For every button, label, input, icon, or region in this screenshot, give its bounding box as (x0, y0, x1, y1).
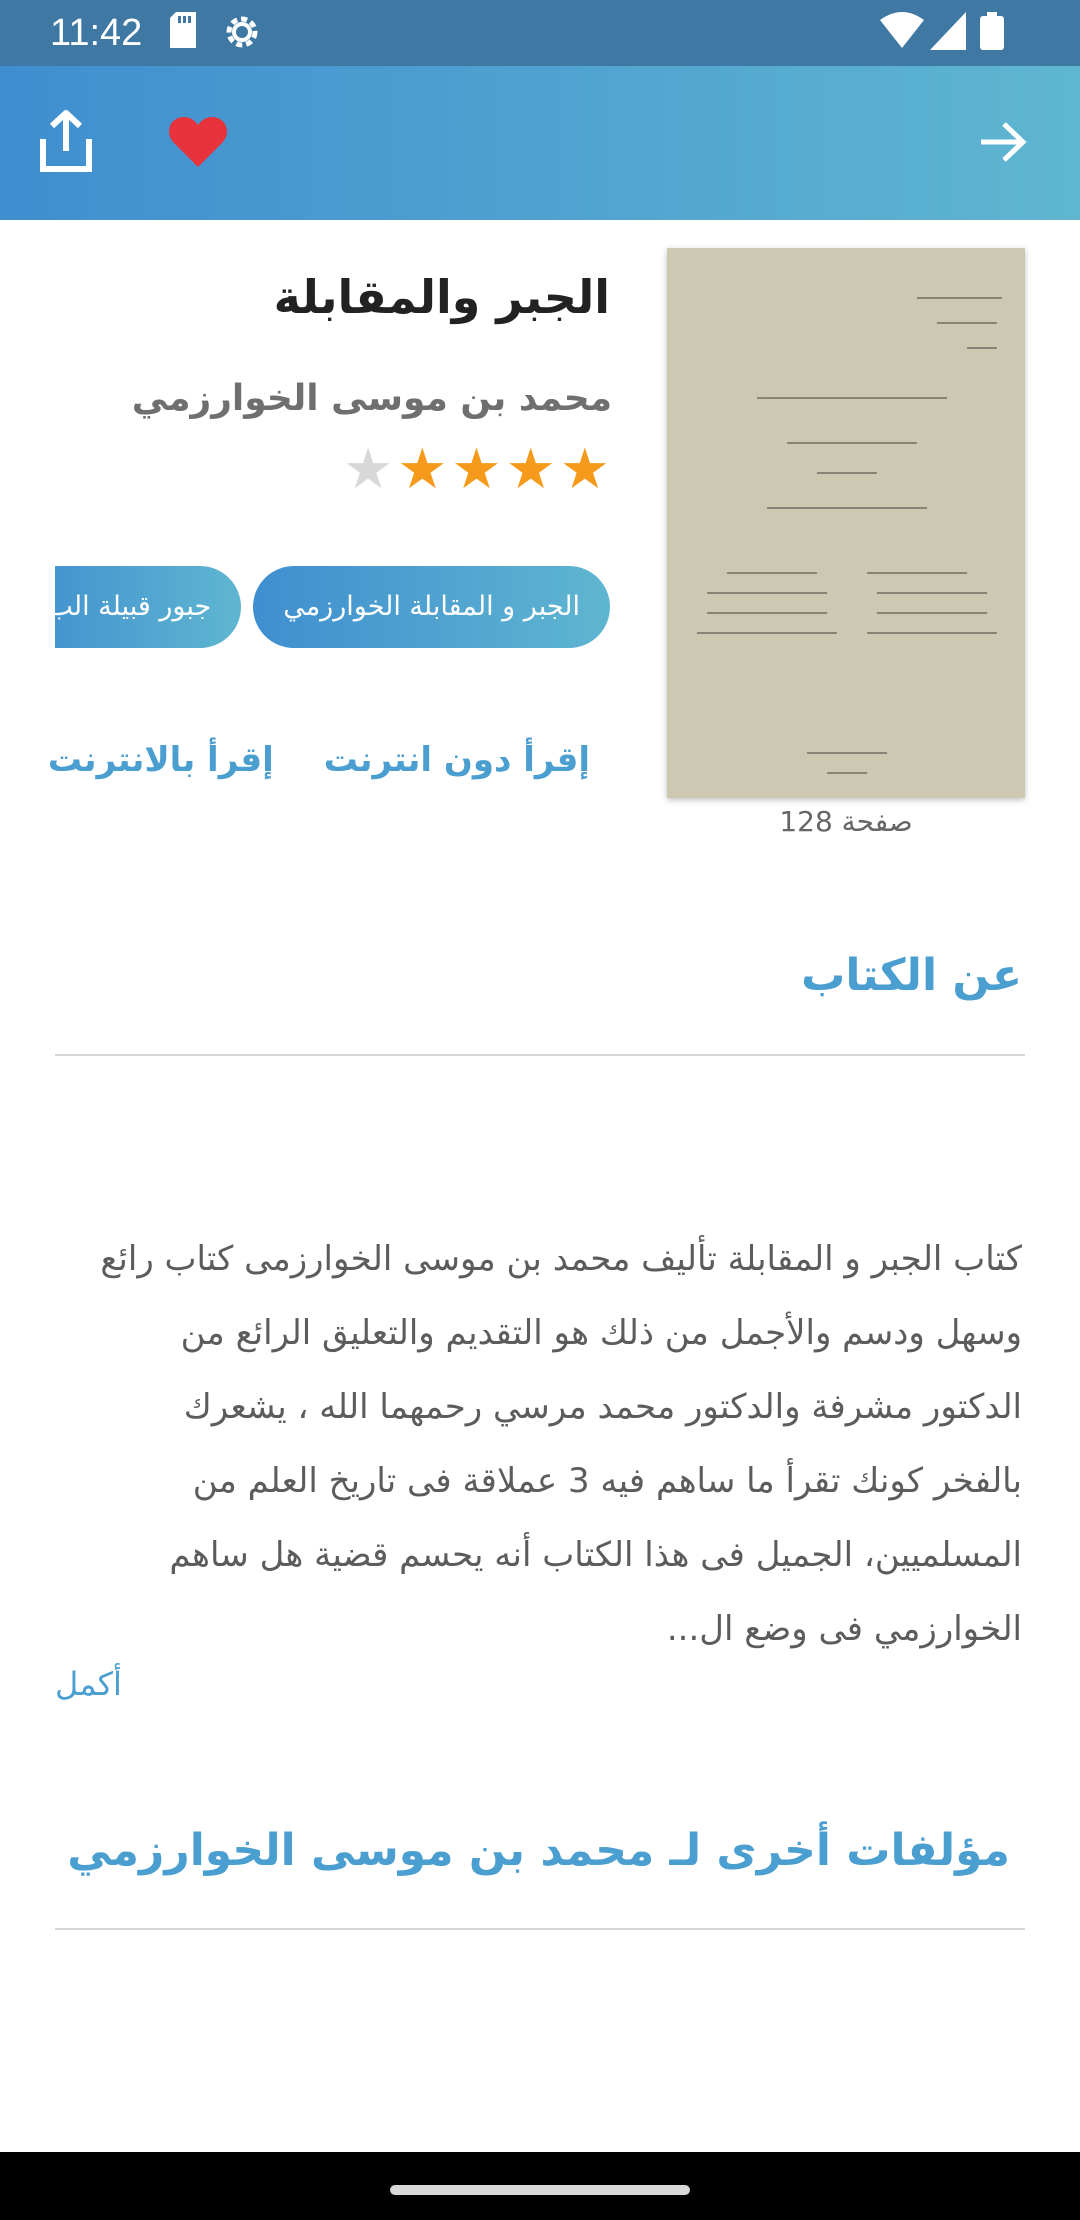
book-cover-image[interactable] (667, 248, 1025, 798)
read-actions: إقرأ دون انترنت إقرأ بالانترنت (48, 740, 590, 780)
tag-chip[interactable]: جبور قبيلة الب (55, 566, 242, 648)
about-divider (55, 1054, 1025, 1056)
other-works-heading: مؤلفات أخرى لـ محمد بن موسى الخوارزمي (67, 1825, 1010, 1876)
tag-scroller[interactable]: الجبر و المقابلة الخوارزمي جبور قبيلة ال… (55, 566, 610, 650)
page-count: 128 صفحة (779, 805, 913, 838)
star-icon: ★ (451, 437, 502, 502)
read-online-button[interactable]: إقرأ بالانترنت (48, 740, 274, 780)
settings-gear-icon (222, 12, 262, 56)
read-more-link[interactable]: أكمل (55, 1665, 122, 1703)
star-icon: ★ (342, 437, 394, 502)
status-time: 11:42 (50, 12, 143, 54)
rating-stars: ★ ★ ★ ★ ★ (343, 440, 610, 500)
app-bar (0, 66, 1080, 220)
sd-card-icon (170, 12, 196, 52)
status-bar: 11:42 (0, 0, 1080, 66)
book-description: كتاب الجبر و المقابلة تأليف محمد بن موسى… (100, 1239, 1022, 1649)
star-icon: ★ (397, 437, 448, 502)
cell-signal-icon (930, 12, 966, 54)
favorite-button[interactable] (160, 106, 236, 182)
book-title: الجبر والمقابلة (273, 270, 610, 324)
wifi-icon (880, 12, 924, 54)
read-offline-button[interactable]: إقرأ دون انترنت (324, 740, 590, 780)
share-button[interactable] (28, 106, 104, 182)
star-icon: ★ (505, 437, 556, 502)
back-button[interactable] (965, 106, 1041, 182)
tag-chip[interactable]: الجبر و المقابلة الخوارزمي (253, 566, 610, 648)
arrow-right-icon (978, 120, 1028, 168)
battery-icon (980, 12, 1004, 54)
home-gesture-handle[interactable] (390, 2185, 690, 2195)
share-icon (37, 109, 95, 179)
star-icon: ★ (559, 437, 610, 502)
heart-icon (168, 115, 228, 173)
about-heading: عن الكتاب (801, 950, 1022, 1001)
other-works-divider (55, 1928, 1025, 1930)
cover-scan-icon (667, 248, 1025, 798)
book-author[interactable]: محمد بن موسى الخوارزمي (132, 378, 612, 419)
tag-list: الجبر و المقابلة الخوارزمي جبور قبيلة ال… (55, 566, 610, 648)
